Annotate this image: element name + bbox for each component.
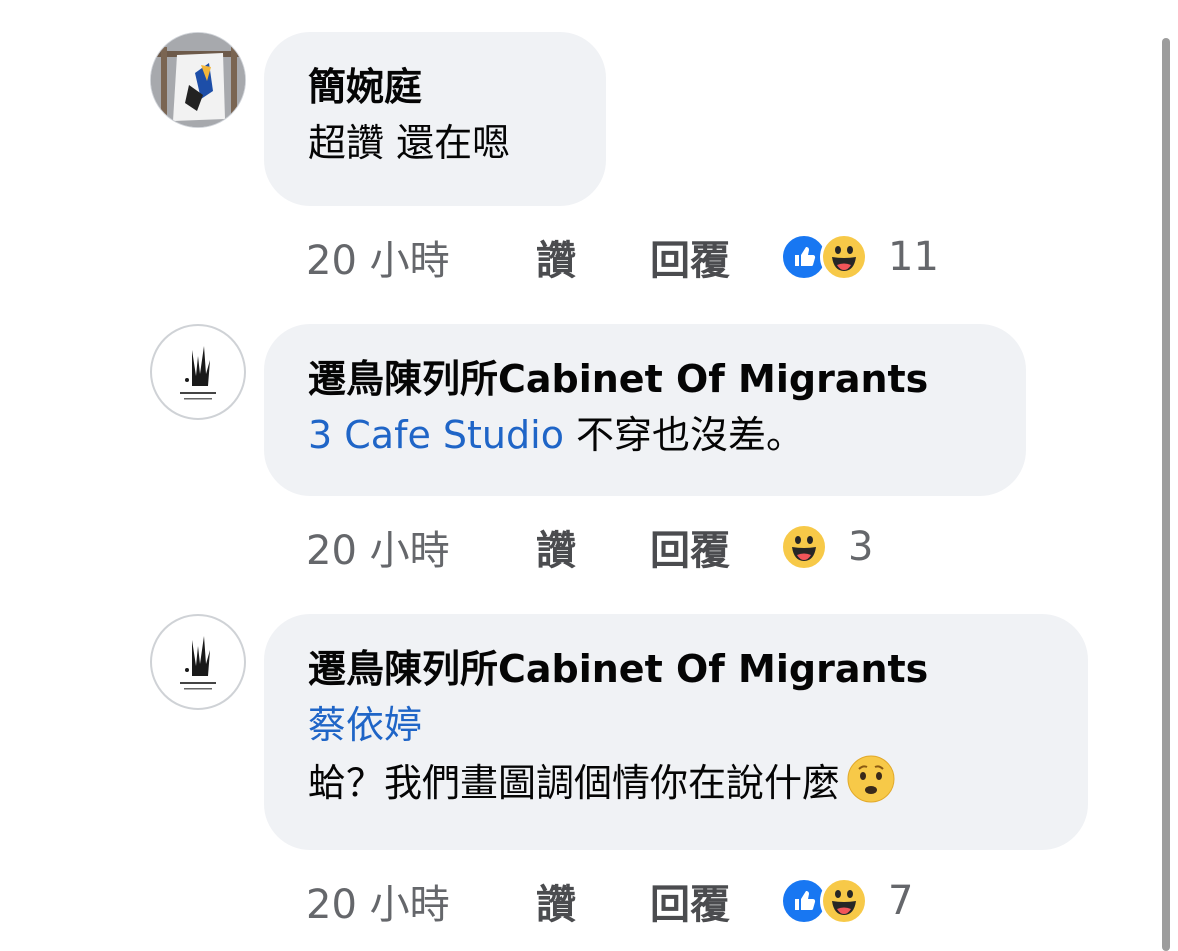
reaction-count[interactable]: 7 — [888, 878, 913, 924]
avatar[interactable] — [150, 32, 246, 128]
comment-time[interactable]: 20 小時 — [306, 518, 536, 576]
reply-button[interactable]: 回覆 — [650, 872, 780, 930]
mention-link[interactable]: 蔡依婷 — [308, 696, 1044, 754]
comment-text: 3 Cafe Studio 不穿也沒差。 — [308, 406, 982, 464]
laughing-face-icon — [780, 523, 828, 571]
comment-actions: 20 小時 讚 回覆 11 — [306, 232, 939, 284]
reaction-count[interactable]: 11 — [888, 234, 939, 280]
like-button[interactable]: 讚 — [536, 518, 650, 576]
comment-bubble: 簡婉庭 超讚 還在嗯 — [264, 32, 606, 206]
avatar[interactable] — [150, 324, 246, 420]
scrollbar[interactable] — [1162, 38, 1170, 951]
comment-actions: 20 小時 讚 回覆 3 — [306, 522, 873, 574]
comment-text: 蛤？我們畫圖調個情你在說什麼 — [308, 754, 1044, 812]
laughing-face-icon — [820, 877, 868, 925]
comment-body: 不穿也沒差。 — [563, 413, 805, 457]
reactions[interactable] — [780, 877, 868, 925]
comment-body: 蛤？我們畫圖調個情你在說什麼 — [308, 761, 841, 805]
reply-button[interactable]: 回覆 — [650, 518, 780, 576]
reaction-count[interactable]: 3 — [848, 524, 873, 570]
comment-author[interactable]: 簡婉庭 — [308, 60, 562, 114]
laughing-face-icon — [820, 233, 868, 281]
reply-button[interactable]: 回覆 — [650, 228, 780, 286]
comment-text: 超讚 還在嗯 — [308, 121, 511, 165]
avatar[interactable] — [150, 614, 246, 710]
like-button[interactable]: 讚 — [536, 228, 650, 286]
reactions[interactable] — [780, 523, 828, 571]
comment-author[interactable]: 遷鳥陳列所Cabinet Of Migrants — [308, 642, 1044, 696]
comment-time[interactable]: 20 小時 — [306, 228, 536, 286]
comment-bubble: 遷鳥陳列所Cabinet Of Migrants 蔡依婷 蛤？我們畫圖調個情你在… — [264, 614, 1088, 850]
comment-author[interactable]: 遷鳥陳列所Cabinet Of Migrants — [308, 352, 982, 406]
anxious-face-icon — [846, 754, 896, 804]
comment-bubble: 遷鳥陳列所Cabinet Of Migrants 3 Cafe Studio 不… — [264, 324, 1026, 496]
like-button[interactable]: 讚 — [536, 872, 650, 930]
comment-time[interactable]: 20 小時 — [306, 872, 536, 930]
comment-actions: 20 小時 讚 回覆 7 — [306, 876, 913, 928]
reactions[interactable] — [780, 233, 868, 281]
mention-link[interactable]: 3 Cafe Studio — [308, 413, 564, 457]
